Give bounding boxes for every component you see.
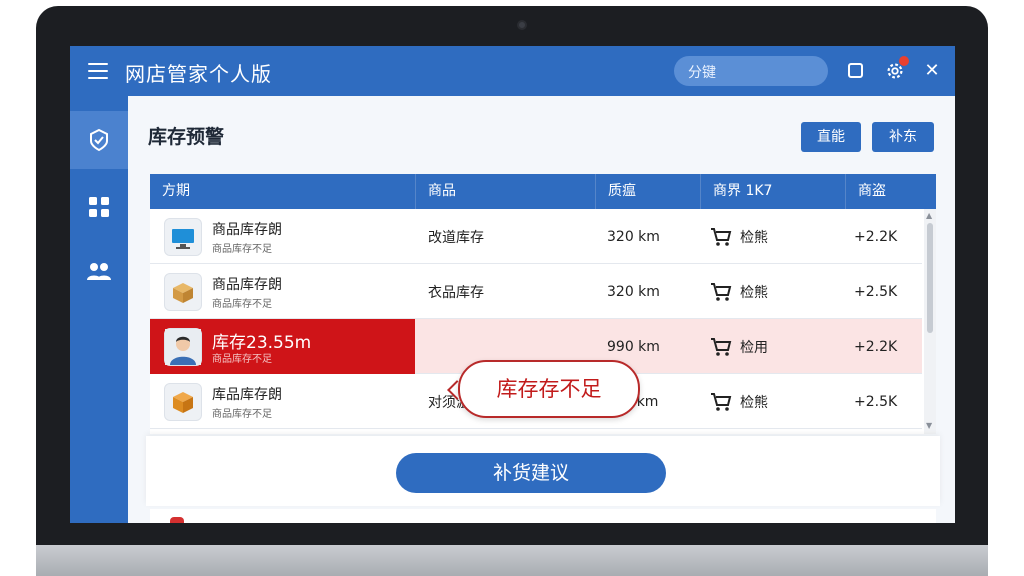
- box-icon: [164, 383, 202, 421]
- search-input[interactable]: 分键: [674, 56, 828, 86]
- action-cell[interactable]: 检熊: [710, 209, 768, 264]
- product-thumb-icon: [170, 517, 184, 523]
- suggest-panel: 补货建议: [146, 436, 940, 506]
- main-content: 库存预警 直能 补东 方期 商品 质瘟 商界 1K7 商盗 商品库存朗 商品库存…: [128, 96, 955, 523]
- product-name: 商品库存朗: [212, 277, 282, 293]
- action-cell[interactable]: 检熊: [710, 374, 768, 429]
- product-status: 商品库存不足: [212, 354, 272, 365]
- delta-cell: +2.2K: [854, 228, 898, 245]
- product-name: 库品库存朗: [212, 387, 282, 403]
- product-name: 商品库存朗: [212, 222, 282, 238]
- delta-cell: +2.5K: [854, 283, 898, 300]
- table-scrollbar[interactable]: ▲ ▼: [924, 209, 936, 434]
- monitor-stand: [36, 545, 988, 576]
- action-label: 检熊: [740, 229, 768, 246]
- cart-icon: [711, 227, 732, 246]
- users-icon: [87, 263, 111, 280]
- delta-cell: +2.5K: [854, 393, 898, 410]
- box-icon: [164, 273, 202, 311]
- product-status: 商品库存不足: [212, 409, 272, 420]
- cart-icon: [711, 282, 732, 301]
- shield-check-icon: [90, 128, 108, 152]
- app-window: 网店管家个人版 分键 ✕ 库存预警 直能 补东 方期 商品 质瘟 商界 1K7 …: [70, 46, 955, 523]
- column-header[interactable]: 商界 1K7: [701, 174, 846, 209]
- table-row-peek: [150, 509, 936, 523]
- avatar-icon: [164, 328, 202, 366]
- close-icon[interactable]: ✕: [921, 60, 943, 82]
- table-row[interactable]: 商品库存朗 商品库存不足 改道库存 320 km 检熊 +2.2K: [150, 209, 922, 264]
- notification-badge-icon: [899, 56, 909, 66]
- scrollbar-thumb[interactable]: [927, 223, 933, 333]
- quality-cell: 320 km: [607, 228, 660, 245]
- sidebar-item-users[interactable]: [70, 242, 128, 300]
- product-cell: 改道库存: [428, 229, 484, 246]
- sidebar-item-alert[interactable]: [70, 111, 128, 169]
- action-cell[interactable]: 检熊: [710, 264, 768, 319]
- monitor-icon: [164, 218, 202, 256]
- restock-button[interactable]: 补东: [872, 122, 934, 152]
- sidebar-item-apps[interactable]: [70, 178, 128, 236]
- action-label: 检用: [740, 339, 768, 356]
- cart-icon: [711, 392, 732, 411]
- action-label: 检熊: [740, 284, 768, 301]
- product-status: 商品库存不足: [212, 244, 272, 255]
- action-cell[interactable]: 检用: [710, 319, 768, 374]
- column-header[interactable]: 商品: [416, 174, 596, 209]
- scroll-up-icon[interactable]: ▲: [926, 211, 932, 220]
- product-cell: 衣品库存: [428, 284, 484, 301]
- column-header[interactable]: 商盗: [846, 174, 936, 209]
- stock-warning-callout: 库存存不足: [458, 360, 640, 418]
- restock-suggestion-button[interactable]: 补货建议: [396, 453, 666, 493]
- title-bar: 网店管家个人版 分键 ✕: [70, 46, 955, 96]
- cart-icon: [711, 337, 732, 356]
- app-title: 网店管家个人版: [125, 62, 272, 86]
- webcam-icon: [517, 20, 527, 30]
- action-label: 检熊: [740, 394, 768, 411]
- product-status: 商品库存不足: [212, 299, 272, 310]
- table-header: 方期 商品 质瘟 商界 1K7 商盗: [150, 174, 936, 209]
- delta-cell: +2.2K: [854, 338, 898, 355]
- maximize-icon[interactable]: [848, 63, 863, 78]
- direct-button[interactable]: 直能: [801, 122, 861, 152]
- table-row[interactable]: 商品库存朗 商品库存不足 衣品库存 320 km 检熊 +2.5K: [150, 264, 922, 319]
- column-header[interactable]: 质瘟: [596, 174, 701, 209]
- quality-cell: 320 km: [607, 283, 660, 300]
- column-header[interactable]: 方期: [150, 174, 416, 209]
- sidebar: [70, 96, 128, 523]
- grid-icon: [89, 197, 109, 217]
- scroll-down-icon[interactable]: ▼: [926, 421, 932, 430]
- hamburger-menu-icon[interactable]: [88, 63, 108, 79]
- page-title: 库存预警: [148, 126, 225, 148]
